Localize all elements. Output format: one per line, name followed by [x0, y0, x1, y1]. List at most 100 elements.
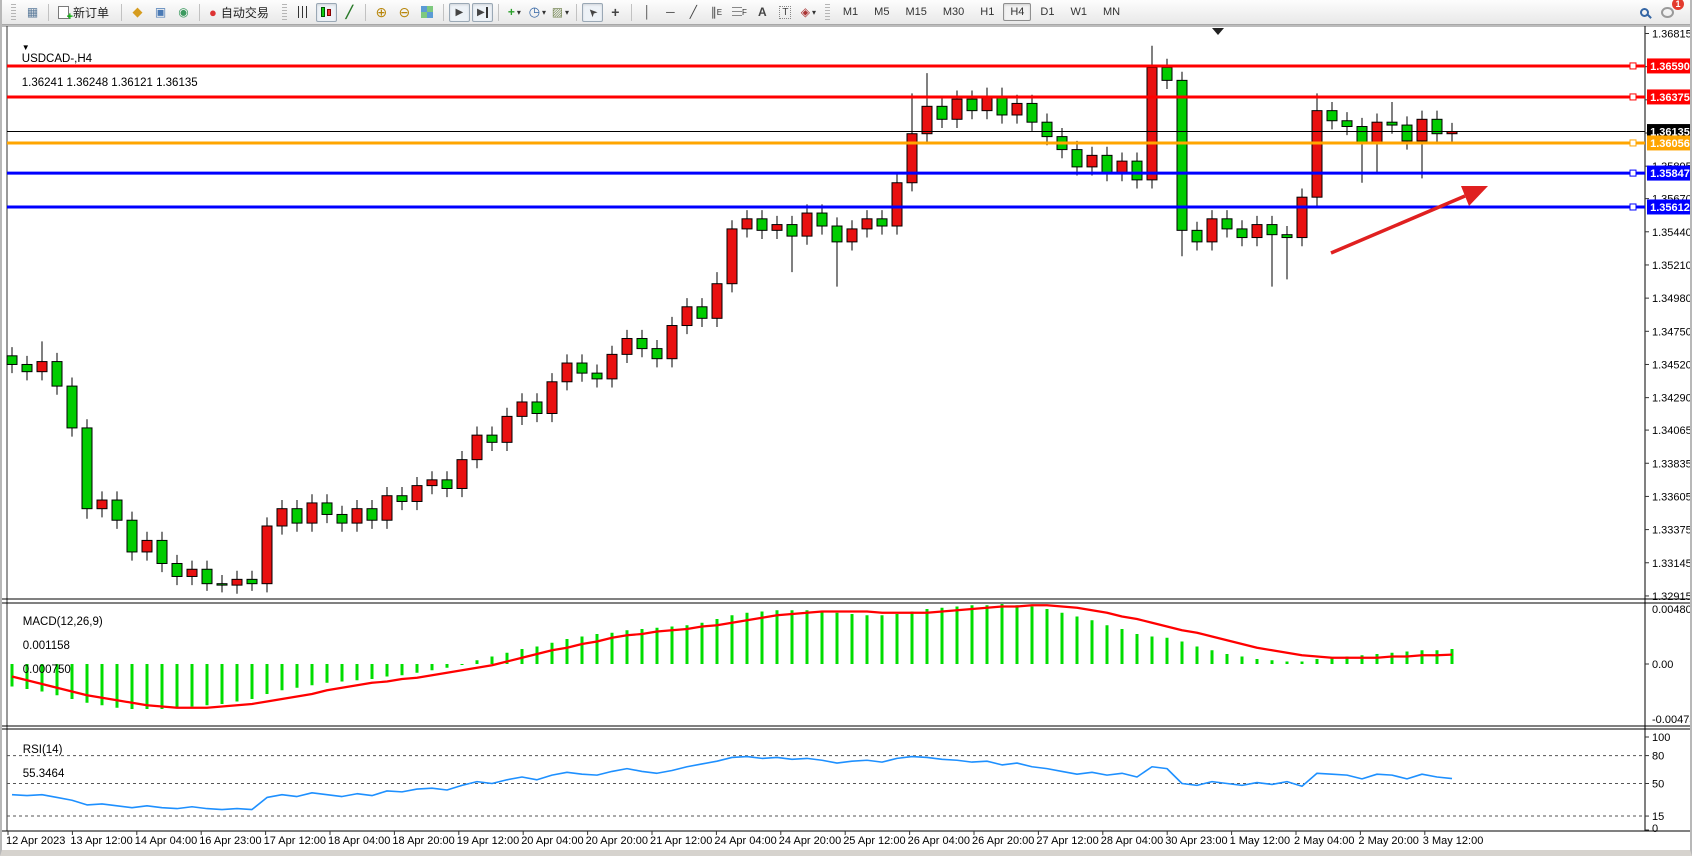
autotrading-button[interactable]: ●自动交易	[204, 2, 277, 22]
price-label-chip: 1.36056	[1647, 135, 1692, 150]
zoom-in-icon[interactable]: ⊕	[371, 3, 392, 22]
notification-badge: 1	[1672, 0, 1684, 10]
line-handle[interactable]	[1630, 170, 1636, 176]
svg-text:2 May 04:00: 2 May 04:00	[1294, 835, 1355, 847]
text-label-icon[interactable]: T	[775, 3, 796, 22]
chart-shift-marker[interactable]	[1212, 28, 1224, 35]
timeframe-button-w1[interactable]: W1	[1063, 3, 1094, 21]
svg-text:24 Apr 20:00: 24 Apr 20:00	[779, 835, 841, 847]
svg-text:-0.004758: -0.004758	[1652, 714, 1692, 726]
svg-text:0.004802: 0.004802	[1652, 604, 1692, 616]
timeframe-button-h4[interactable]: H4	[1003, 3, 1031, 21]
svg-text:12 Apr 2023: 12 Apr 2023	[6, 835, 65, 847]
indicators-icon[interactable]: +▾	[504, 3, 525, 22]
trend-arrow[interactable]	[1331, 186, 1488, 253]
auto-scroll-icon[interactable]: ▶	[449, 3, 470, 22]
chart-canvas: 1.368151.365851.363551.361251.358951.356…	[2, 0, 1692, 856]
timeframe-button-m30[interactable]: M30	[936, 3, 971, 21]
price-label-chip: 1.35847	[1647, 166, 1692, 181]
svg-text:1.36056: 1.36056	[1650, 138, 1690, 150]
price-label-chip: 1.35612	[1647, 199, 1692, 214]
chart-shift-icon[interactable]: ▶	[472, 3, 493, 22]
market-watch-icon[interactable]: ◆	[127, 3, 148, 22]
new-order-button[interactable]: 新订单	[53, 2, 117, 22]
svg-text:26 Apr 20:00: 26 Apr 20:00	[972, 835, 1034, 847]
svg-text:30 Apr 23:00: 30 Apr 23:00	[1165, 835, 1227, 847]
svg-text:27 Apr 12:00: 27 Apr 12:00	[1036, 835, 1098, 847]
cursor-icon[interactable]: ➤	[582, 3, 603, 22]
svg-text:1.35440: 1.35440	[1652, 227, 1692, 239]
svg-text:1.36590: 1.36590	[1650, 61, 1690, 73]
timeframe-button-m1[interactable]: M1	[836, 3, 865, 21]
macd-panel: 0.0048020.00-0.004758	[11, 604, 1692, 726]
trendline-icon[interactable]: ╱	[683, 3, 704, 22]
notifications-icon[interactable]: 1	[1657, 3, 1678, 22]
svg-text:1.33375: 1.33375	[1652, 525, 1692, 537]
templates-icon[interactable]: ▨▾	[550, 3, 571, 22]
line-handle[interactable]	[1630, 94, 1636, 100]
timeframe-button-d1[interactable]: D1	[1033, 3, 1061, 21]
svg-text:100: 100	[1652, 732, 1670, 744]
svg-text:18 Apr 20:00: 18 Apr 20:00	[392, 835, 454, 847]
zoom-out-icon[interactable]: ⊖	[394, 3, 415, 22]
macd-label: MACD(12,26,9)	[23, 616, 103, 628]
line-chart-icon[interactable]: ╱	[339, 3, 360, 22]
new-chart-icon[interactable]: ▦	[22, 3, 43, 22]
chart-symbol-period: USDCAD-,H4	[22, 53, 92, 65]
equidistant-channel-icon[interactable]: ∥E	[706, 3, 727, 22]
timeframe-button-mn[interactable]: MN	[1096, 3, 1127, 21]
line-handle[interactable]	[1630, 63, 1636, 69]
svg-text:3 May 12:00: 3 May 12:00	[1423, 835, 1484, 847]
bar-chart-icon[interactable]	[293, 3, 314, 22]
svg-text:15: 15	[1652, 811, 1664, 823]
horizontal-line-objects[interactable]: 1.365901.363751.361351.360561.358471.356…	[7, 58, 1692, 214]
fibonacci-icon[interactable]: F	[729, 3, 750, 22]
svg-text:1.33835: 1.33835	[1652, 458, 1692, 470]
horizontal-line-icon[interactable]: ─	[660, 3, 681, 22]
svg-text:50: 50	[1652, 779, 1664, 791]
svg-text:1.35210: 1.35210	[1652, 260, 1692, 272]
chevron-down-icon: ▾	[565, 8, 569, 17]
svg-text:1.34980: 1.34980	[1652, 293, 1692, 305]
periods-icon[interactable]: ◷▾	[527, 3, 548, 22]
svg-text:2 May 20:00: 2 May 20:00	[1358, 835, 1419, 847]
svg-text:1.34750: 1.34750	[1652, 326, 1692, 338]
vertical-line-icon[interactable]: │	[637, 3, 658, 22]
toolbar-separator	[199, 4, 200, 21]
text-icon[interactable]: A	[752, 3, 773, 22]
signals-icon[interactable]: ◉	[173, 3, 194, 22]
timeframe-button-h1[interactable]: H1	[973, 3, 1001, 21]
line-handle[interactable]	[1630, 204, 1636, 210]
crosshair-icon[interactable]: +	[605, 3, 626, 22]
arrows-icon[interactable]: ◈▾	[798, 3, 819, 22]
toolbar-grip	[825, 4, 830, 20]
toolbar-separator	[121, 4, 122, 21]
svg-text:0: 0	[1652, 823, 1658, 835]
svg-text:14 Apr 04:00: 14 Apr 04:00	[135, 835, 197, 847]
timeframe-button-m5[interactable]: M5	[867, 3, 896, 21]
toolbar-grip	[11, 4, 16, 20]
tile-windows-icon[interactable]	[417, 3, 438, 22]
macd-main-value: 0.001158	[23, 640, 70, 652]
timeframe-button-m15[interactable]: M15	[898, 3, 933, 21]
rsi-indicator-label: RSI(14) 55.3464	[10, 732, 64, 792]
candlestick-series	[7, 46, 1457, 594]
macd-indicator-label: MACD(12,26,9) 0.001158 0.000750	[10, 604, 103, 688]
search-icon[interactable]	[1634, 3, 1655, 22]
svg-text:1.32915: 1.32915	[1652, 591, 1692, 603]
svg-text:1.33605: 1.33605	[1652, 491, 1692, 503]
window-menu-icon[interactable]: ▼	[22, 43, 30, 52]
svg-text:19 Apr 12:00: 19 Apr 12:00	[457, 835, 519, 847]
line-handle[interactable]	[1630, 140, 1636, 146]
svg-text:18 Apr 04:00: 18 Apr 04:00	[328, 835, 390, 847]
time-axis: 12 Apr 202313 Apr 12:0014 Apr 04:0016 Ap…	[6, 831, 1483, 847]
svg-text:13 Apr 12:00: 13 Apr 12:00	[70, 835, 132, 847]
candlestick-chart-icon[interactable]	[316, 3, 337, 22]
main-toolbar: ▦新订单◆▣◉●自动交易╱⊕⊖▶▶+▾◷▾▨▾➤+│─╱∥EFAT◈▾M1M5M…	[2, 0, 1690, 25]
svg-text:1.36815: 1.36815	[1652, 28, 1692, 40]
svg-text:80: 80	[1652, 751, 1664, 763]
svg-text:1.34065: 1.34065	[1652, 425, 1692, 437]
svg-text:21 Apr 12:00: 21 Apr 12:00	[650, 835, 712, 847]
chevron-down-icon: ▾	[542, 8, 546, 17]
data-window-icon[interactable]: ▣	[150, 3, 171, 22]
